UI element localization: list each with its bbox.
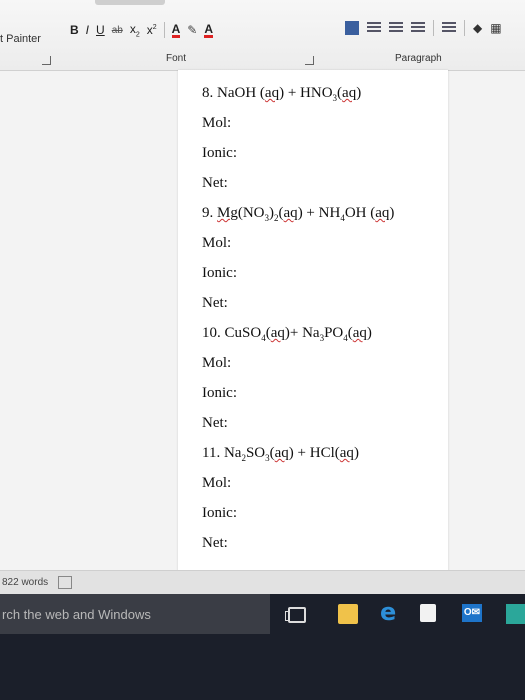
italic-button[interactable]: I [86, 23, 89, 37]
superscript-button[interactable]: x2 [147, 23, 157, 37]
separator [433, 20, 434, 36]
question-11: 11. Na2SO3(aq) + HCl(aq) [202, 445, 359, 463]
document-page[interactable]: 8. NaOH (aq) + HNO3(aq) Mol: Ionic: Net:… [178, 70, 448, 590]
align-right-icon[interactable] [411, 22, 425, 34]
mol-label: Mol: [202, 235, 232, 251]
net-label: Net: [202, 295, 228, 311]
align-left-icon[interactable] [367, 22, 381, 34]
net-label: Net: [202, 415, 228, 431]
proofing-icon[interactable] [58, 576, 72, 589]
question-8: 8. NaOH (aq) + HNO3(aq) [202, 85, 362, 103]
format-painter-button[interactable]: t Painter [0, 33, 41, 45]
line-spacing-icon[interactable] [442, 22, 456, 34]
pinned-app-icon[interactable] [506, 604, 525, 624]
highlight-icon[interactable]: ✎ [187, 23, 197, 37]
outlook-icon[interactable]: O✉ [462, 604, 482, 622]
net-label: Net: [202, 535, 228, 551]
separator [163, 22, 165, 38]
mol-label: Mol: [202, 115, 232, 131]
edge-browser-icon[interactable]: e [380, 598, 400, 626]
shading-color-icon[interactable] [345, 21, 359, 35]
strikethrough-button[interactable]: ab [112, 25, 123, 36]
word-count[interactable]: 822 words [2, 577, 48, 588]
mol-label: Mol: [202, 355, 232, 371]
file-explorer-icon[interactable] [338, 604, 358, 624]
paragraph-toolbar: ◆ ▦ [345, 20, 502, 36]
taskbar: rch the web and Windows e O✉ [0, 594, 525, 700]
align-center-icon[interactable] [389, 22, 403, 34]
text-effects-button[interactable]: A [171, 23, 181, 38]
font-format-toolbar: B I U ab x2 x2 A ✎ A [70, 20, 214, 40]
task-view-icon[interactable] [285, 607, 306, 623]
ribbon-top-strip [95, 0, 165, 5]
subscript-button[interactable]: x2 [130, 22, 140, 38]
taskbar-search-input[interactable]: rch the web and Windows [0, 594, 270, 634]
ribbon: t Painter B I U ab x2 x2 A ✎ A ◆ ▦ Font … [0, 0, 525, 71]
font-color-button[interactable]: A [204, 23, 214, 38]
mol-label: Mol: [202, 475, 232, 491]
ionic-label: Ionic: [202, 145, 237, 161]
clipboard-launcher-icon[interactable] [42, 56, 51, 65]
shading-icon[interactable]: ◆ [473, 21, 482, 35]
ionic-label: Ionic: [202, 385, 237, 401]
separator [464, 20, 465, 36]
question-10: 10. CuSO4(aq)+ Na3PO4(aq) [202, 325, 372, 343]
ionic-label: Ionic: [202, 265, 237, 281]
store-icon[interactable] [420, 604, 436, 622]
borders-icon[interactable]: ▦ [490, 21, 501, 35]
question-9: 9. Mg(NO3)2(aq) + NH4OH (aq) [202, 205, 395, 223]
bold-button[interactable]: B [70, 23, 79, 37]
underline-button[interactable]: U [96, 23, 105, 37]
net-label: Net: [202, 175, 228, 191]
ionic-label: Ionic: [202, 505, 237, 521]
paragraph-group-label: Paragraph [395, 53, 442, 64]
status-bar: 822 words [0, 570, 525, 595]
font-dialog-launcher-icon[interactable] [305, 56, 314, 65]
font-group-label: Font [166, 53, 187, 64]
